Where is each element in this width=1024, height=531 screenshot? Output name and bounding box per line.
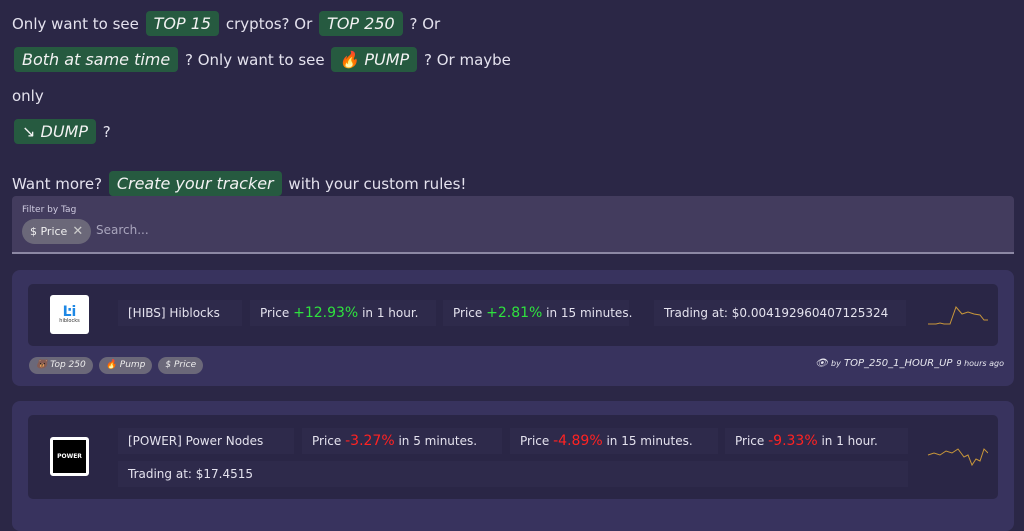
tracker-link[interactable]: TOP_250_1_HOUR_UP	[844, 358, 952, 369]
card-body: Ŀi hiblocks [HIBS] Hiblocks Price +12.93%…	[28, 284, 998, 346]
both-link[interactable]: Both at same time	[14, 47, 179, 72]
tag-filter: Filter by Tag $ Price ✕	[12, 196, 1014, 254]
sparkline	[928, 306, 988, 325]
price-change-cell: Price -3.27% in 5 minutes.	[302, 428, 502, 454]
coin-logo: Ŀi hiblocks	[50, 295, 89, 334]
chip-label: $ Price	[30, 225, 68, 238]
tag-list: 🐻 Top 250 🔥 Pump $ Price	[29, 357, 204, 374]
tag-pump[interactable]: 🔥 Pump	[98, 357, 153, 374]
trading-price: Trading at: $17.4515	[118, 461, 908, 487]
coin-name[interactable]: [HIBS] Hiblocks	[118, 300, 242, 326]
create-tracker-link[interactable]: Create your tracker	[108, 171, 282, 196]
tracker-attribution: 👁 by TOP_250_1_HOUR_UP 9 hours ago	[815, 358, 1004, 369]
coin-logo: POWER	[50, 437, 89, 476]
text: ?	[102, 123, 111, 141]
text: Only want to see	[12, 15, 139, 33]
pump-link[interactable]: 🔥 PUMP	[331, 47, 418, 72]
search-input[interactable]	[96, 223, 496, 237]
intro-text: Only want to see TOP 15 cryptos? Or TOP …	[12, 6, 532, 202]
tag-top250[interactable]: 🐻 Top 250	[29, 357, 93, 374]
price-change-cell: Price +12.93% in 1 hour.	[250, 300, 436, 326]
text: Want more?	[12, 175, 103, 193]
sparkline	[927, 448, 988, 467]
dump-link[interactable]: ↘ DUMP	[14, 119, 96, 144]
timestamp: 9 hours ago	[956, 359, 1004, 368]
price-change-cell: Price -9.33% in 1 hour.	[725, 428, 908, 454]
price-change-cell: Price +2.81% in 15 minutes.	[443, 300, 632, 326]
filter-label: Filter by Tag	[22, 205, 77, 215]
text: cryptos? Or	[225, 15, 313, 33]
price-change-cell: Price -4.89% in 15 minutes.	[510, 428, 718, 454]
price-tag-chip[interactable]: $ Price ✕	[22, 219, 92, 244]
trading-price: Trading at: $0.004192960407125324	[654, 300, 906, 326]
text: with your custom rules!	[288, 175, 467, 193]
text: ? Only want to see	[185, 51, 325, 69]
close-icon[interactable]: ✕	[72, 219, 83, 244]
coin-name[interactable]: [POWER] Power Nodes	[118, 428, 294, 454]
alert-card: Ŀi hiblocks [HIBS] Hiblocks Price +12.93%…	[12, 270, 1014, 386]
top250-link[interactable]: TOP 250	[319, 11, 403, 36]
eye-icon: 👁	[815, 358, 828, 369]
tag-price[interactable]: $ Price	[158, 357, 204, 374]
card-body: POWER [POWER] Power Nodes Price -3.27% i…	[28, 415, 998, 499]
top15-link[interactable]: TOP 15	[145, 11, 220, 36]
text: ? Or	[409, 15, 441, 33]
